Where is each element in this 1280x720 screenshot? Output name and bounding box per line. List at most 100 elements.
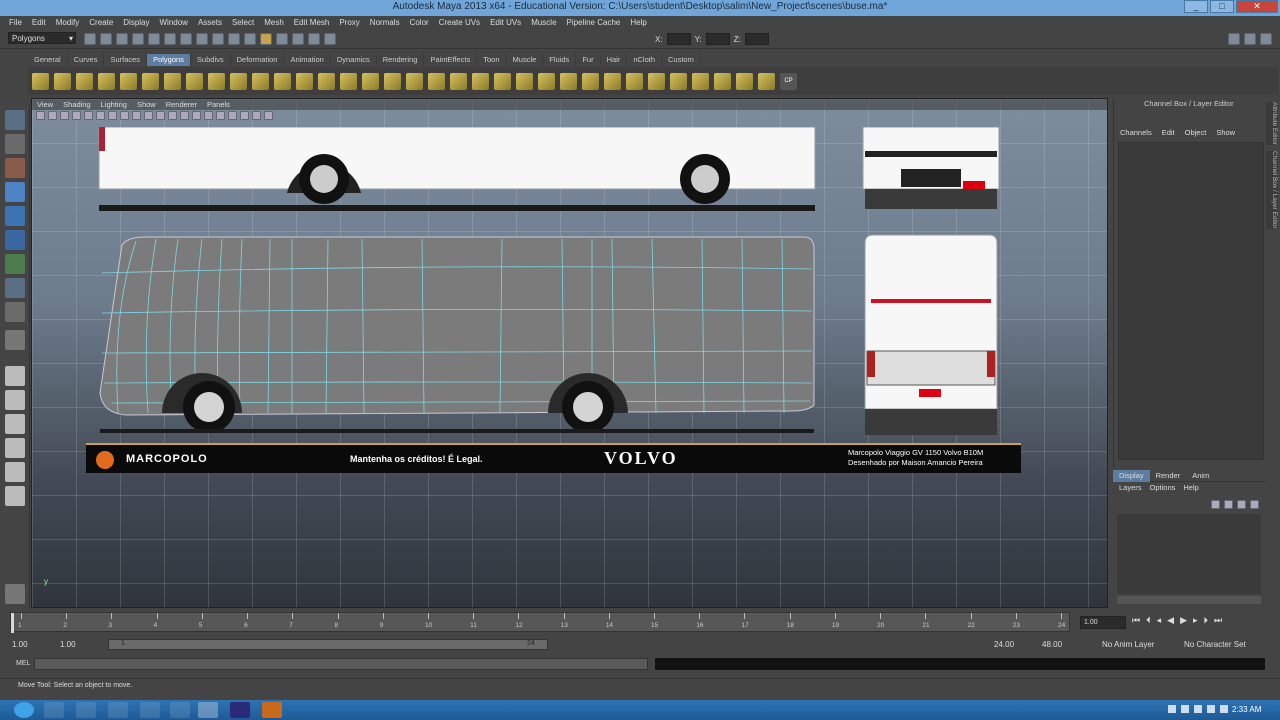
- mirror-geometry-icon[interactable]: [450, 72, 467, 90]
- isolate-select-icon[interactable]: [252, 111, 261, 120]
- persp-outliner-layout-icon[interactable]: [5, 414, 25, 434]
- shelf-tab-deformation[interactable]: Deformation: [231, 54, 285, 66]
- new-layer-selected-icon[interactable]: [1250, 500, 1259, 509]
- render-frame-icon[interactable]: [292, 33, 304, 45]
- wireframe-on-shaded-icon[interactable]: [192, 111, 201, 120]
- outliner-toggle-icon[interactable]: [5, 584, 25, 604]
- shelf-tab-surfaces[interactable]: Surfaces: [104, 54, 148, 66]
- select-camera-icon[interactable]: [36, 111, 45, 120]
- shelf-tab-dynamics[interactable]: Dynamics: [331, 54, 377, 66]
- taskbar-app-3-icon[interactable]: [108, 702, 128, 718]
- cp-icon[interactable]: CP: [780, 72, 797, 90]
- scale-tool-icon[interactable]: [5, 230, 25, 250]
- viewport-menu-view[interactable]: View: [32, 99, 58, 110]
- save-scene-icon[interactable]: [116, 33, 128, 45]
- split-polygon-icon[interactable]: [538, 72, 555, 90]
- menu-edit-uvs[interactable]: Edit UVs: [485, 16, 526, 29]
- smooth-shade-icon[interactable]: [180, 111, 189, 120]
- bevel-icon[interactable]: [604, 72, 621, 90]
- shelf-tab-muscle[interactable]: Muscle: [507, 54, 544, 66]
- persp-graph-layout-icon[interactable]: [5, 438, 25, 458]
- insert-edge-loop-icon[interactable]: [560, 72, 577, 90]
- shelf-tab-subdivs[interactable]: Subdivs: [191, 54, 231, 66]
- menu-edit[interactable]: Edit: [27, 16, 51, 29]
- single-perspective-layout-icon[interactable]: [5, 366, 25, 386]
- combine-icon[interactable]: [296, 72, 313, 90]
- start-time-field[interactable]: 1.00: [12, 640, 28, 649]
- menu-mesh[interactable]: Mesh: [259, 16, 289, 29]
- shelf-tab-general[interactable]: General: [28, 54, 68, 66]
- persp-hypergraph-layout-icon[interactable]: [5, 486, 25, 506]
- go-to-start-icon[interactable]: ⏮: [1132, 615, 1140, 626]
- menu-pipeline-cache[interactable]: Pipeline Cache: [562, 16, 626, 29]
- resolution-gate-icon[interactable]: [108, 111, 117, 120]
- maya-taskbar-icon[interactable]: [198, 702, 218, 718]
- lights-icon[interactable]: [228, 111, 237, 120]
- menu-file[interactable]: File: [4, 16, 27, 29]
- z-field[interactable]: [744, 33, 769, 45]
- lock-icon[interactable]: [260, 33, 272, 45]
- viewport-panel[interactable]: View Shading Lighting Show Renderer Panels: [31, 98, 1108, 608]
- shadows-icon[interactable]: [240, 111, 249, 120]
- menu-select[interactable]: Select: [227, 16, 259, 29]
- volume-icon[interactable]: [1220, 705, 1228, 713]
- time-slider[interactable]: 1 2 3 4 5 6 7 8 9 10 11 12 13 14 15 16 17 18 19 20 21 22 23 24 …: [0, 612, 1280, 634]
- four-view-layout-icon[interactable]: [5, 390, 25, 410]
- shelf-tab-custom[interactable]: Custom: [662, 54, 701, 66]
- minimize-button[interactable]: _: [1184, 0, 1208, 13]
- manipulator-tool-icon[interactable]: [5, 254, 25, 274]
- safe-action-icon[interactable]: [144, 111, 153, 120]
- layer-tab-render[interactable]: Render: [1150, 470, 1187, 482]
- separate-icon[interactable]: [318, 72, 335, 90]
- close-button[interactable]: ✕: [1236, 0, 1278, 13]
- toggle-tool-settings-icon[interactable]: [1244, 33, 1256, 45]
- viewport-menu-show[interactable]: Show: [132, 99, 161, 110]
- wireframe-icon[interactable]: [168, 111, 177, 120]
- taskbar-app-4-icon[interactable]: [140, 702, 160, 718]
- bridge-icon[interactable]: [494, 72, 511, 90]
- start-button-icon[interactable]: [14, 702, 34, 718]
- snap-grid-icon[interactable]: [180, 33, 192, 45]
- last-tool-icon[interactable]: [5, 330, 25, 350]
- shelf-tab-ncloth[interactable]: nCloth: [627, 54, 663, 66]
- menu-color[interactable]: Color: [405, 16, 434, 29]
- go-to-end-icon[interactable]: ⏭: [1214, 615, 1222, 626]
- rotate-tool-icon[interactable]: [5, 206, 25, 226]
- taskbar-app-8-icon[interactable]: [262, 702, 282, 718]
- new-empty-layer-icon[interactable]: [1237, 500, 1246, 509]
- merge-icon[interactable]: [626, 72, 643, 90]
- range-bar[interactable]: 1 24: [108, 639, 548, 650]
- menu-help[interactable]: Help: [625, 16, 651, 29]
- hypershade-layout-icon[interactable]: [5, 462, 25, 482]
- show-manipulator-icon[interactable]: [5, 302, 25, 322]
- ipr-render-icon[interactable]: [308, 33, 320, 45]
- taskbar-clock[interactable]: 2:33 AM: [1232, 705, 1261, 714]
- channel-menu-object[interactable]: Object: [1185, 126, 1207, 140]
- channel-menu-channels[interactable]: Channels: [1120, 126, 1152, 140]
- shelf-tab-curves[interactable]: Curves: [68, 54, 105, 66]
- menu-assets[interactable]: Assets: [193, 16, 227, 29]
- textured-icon[interactable]: [216, 111, 225, 120]
- soft-mod-tool-icon[interactable]: [5, 278, 25, 298]
- step-back-frame-icon[interactable]: ◂: [1157, 615, 1162, 626]
- poly-soccer-icon[interactable]: [252, 72, 269, 90]
- viewport-menu-shading[interactable]: Shading: [58, 99, 96, 110]
- time-slider-playhead[interactable]: [11, 613, 14, 633]
- bool-intersect-icon[interactable]: [428, 72, 445, 90]
- poly-cylinder-icon[interactable]: [76, 72, 93, 90]
- maximize-button[interactable]: □: [1210, 0, 1234, 13]
- smooth-icon[interactable]: [362, 72, 379, 90]
- select-hierarchy-icon[interactable]: [132, 33, 144, 45]
- history-icon[interactable]: [276, 33, 288, 45]
- playback-start-field[interactable]: 1.00: [60, 640, 76, 649]
- shelf-tab-rendering[interactable]: Rendering: [377, 54, 425, 66]
- lasso-tool-icon[interactable]: [5, 134, 25, 154]
- bookmarks-icon[interactable]: [60, 111, 69, 120]
- play-forward-icon[interactable]: ▶: [1180, 615, 1187, 626]
- append-polygon-icon[interactable]: [516, 72, 533, 90]
- select-component-icon[interactable]: [164, 33, 176, 45]
- toggle-channel-box-icon[interactable]: [1260, 33, 1272, 45]
- taskbar-app-2-icon[interactable]: [76, 702, 96, 718]
- gate-mask-icon[interactable]: [120, 111, 129, 120]
- safe-title-icon[interactable]: [156, 111, 165, 120]
